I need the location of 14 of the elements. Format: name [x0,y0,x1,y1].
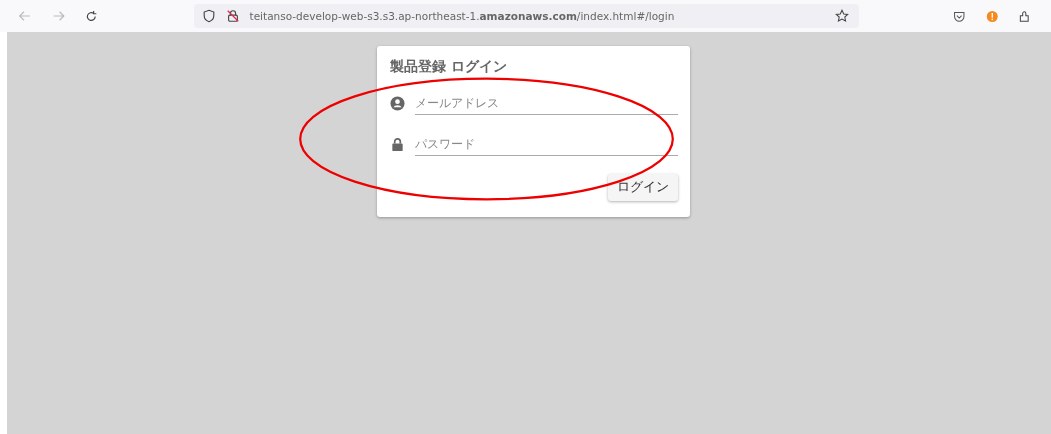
shield-icon[interactable] [201,9,216,23]
input-field[interactable]: パスワード [415,133,678,156]
extensions-icon[interactable] [1018,9,1031,23]
bookmark-star-icon[interactable] [835,9,850,23]
lock-icon [390,137,405,152]
url-text: teitanso-develop-web-s3.s3.ap-northeast-1.amazonaws.com/index.html#/login [249,10,675,22]
user-icon [390,96,405,111]
card-title: 製品登録 ログイン [390,58,508,76]
address-bar[interactable]: teitanso-develop-web-s3.s3.ap-northeast-1.amazonaws.com/index.html#/login [193,4,860,28]
input-field[interactable]: メールアドレス [415,92,678,115]
reload-icon[interactable] [85,9,98,23]
login-button[interactable]: ログイン [608,174,678,201]
insecure-lock-icon[interactable] [225,9,240,23]
pocket-icon[interactable] [953,9,966,23]
